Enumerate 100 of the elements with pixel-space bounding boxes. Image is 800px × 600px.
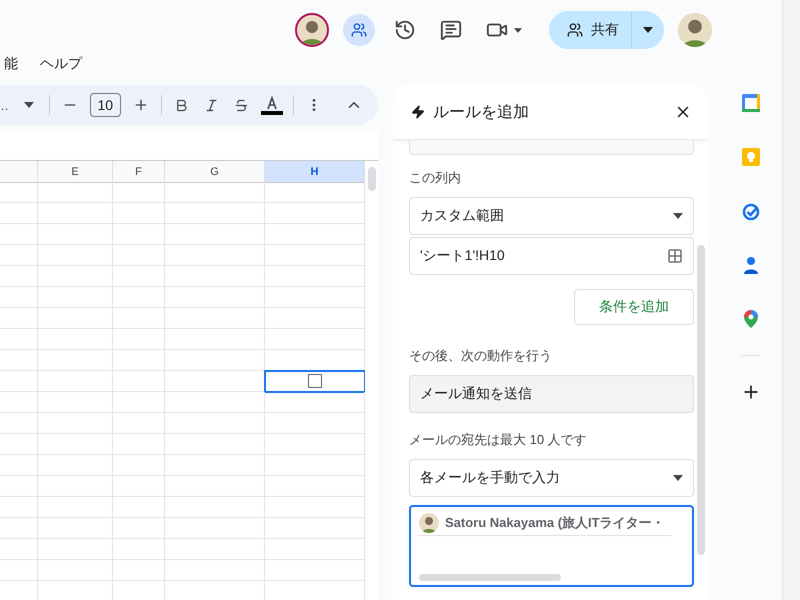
calendar-icon[interactable] — [741, 93, 761, 113]
table-cell[interactable] — [38, 476, 113, 497]
table-cell[interactable] — [165, 224, 265, 245]
table-cell[interactable] — [265, 371, 365, 392]
table-cell[interactable] — [113, 287, 165, 308]
table-cell[interactable] — [38, 350, 113, 371]
table-cell[interactable] — [113, 371, 165, 392]
table-cell[interactable] — [0, 560, 38, 581]
table-cell[interactable] — [113, 245, 165, 266]
table-cell[interactable] — [165, 350, 265, 371]
table-cell[interactable] — [38, 560, 113, 581]
table-cell[interactable] — [165, 476, 265, 497]
table-cell[interactable] — [0, 518, 38, 539]
table-cell[interactable] — [38, 371, 113, 392]
table-cell[interactable] — [38, 182, 113, 203]
table-cell[interactable] — [0, 413, 38, 434]
column-header[interactable]: G — [165, 161, 265, 183]
table-cell[interactable] — [165, 203, 265, 224]
table-cell[interactable] — [113, 224, 165, 245]
action-field[interactable]: メール通知を送信 — [409, 375, 694, 413]
range-dropdown[interactable]: カスタム範囲 — [409, 197, 694, 235]
table-cell[interactable] — [165, 329, 265, 350]
scrollbar-thumb[interactable] — [697, 245, 705, 555]
table-cell[interactable] — [165, 497, 265, 518]
add-condition-button[interactable]: 条件を追加 — [574, 289, 694, 325]
table-cell[interactable] — [0, 434, 38, 455]
table-cell[interactable] — [113, 308, 165, 329]
table-cell[interactable] — [38, 203, 113, 224]
table-cell[interactable] — [165, 434, 265, 455]
table-cell[interactable] — [165, 266, 265, 287]
table-cell[interactable] — [0, 287, 38, 308]
table-cell[interactable] — [113, 497, 165, 518]
table-cell[interactable] — [0, 476, 38, 497]
column-header[interactable]: H — [265, 161, 365, 183]
table-cell[interactable] — [38, 518, 113, 539]
column-header[interactable]: F — [113, 161, 165, 183]
table-cell[interactable] — [0, 245, 38, 266]
account-avatar[interactable] — [678, 13, 712, 47]
table-cell[interactable] — [113, 560, 165, 581]
recipients-dropdown[interactable]: 各メールを手動で入力 — [409, 459, 694, 497]
table-cell[interactable] — [113, 266, 165, 287]
table-cell[interactable] — [0, 203, 38, 224]
table-cell[interactable] — [113, 476, 165, 497]
user-avatar[interactable] — [295, 13, 329, 47]
table-cell[interactable] — [113, 518, 165, 539]
table-cell[interactable] — [0, 392, 38, 413]
table-cell[interactable] — [38, 413, 113, 434]
table-cell[interactable] — [38, 392, 113, 413]
formula-bar[interactable] — [0, 130, 378, 161]
table-cell[interactable] — [165, 182, 265, 203]
table-cell[interactable] — [0, 350, 38, 371]
table-cell[interactable] — [38, 224, 113, 245]
table-cell[interactable] — [113, 182, 165, 203]
table-cell[interactable] — [38, 266, 113, 287]
scrollbar-thumb[interactable] — [419, 574, 561, 581]
table-cell[interactable] — [0, 182, 38, 203]
table-cell[interactable] — [165, 245, 265, 266]
table-cell[interactable] — [165, 413, 265, 434]
table-cell[interactable] — [0, 308, 38, 329]
table-cell[interactable] — [113, 413, 165, 434]
table-cell[interactable] — [113, 329, 165, 350]
table-cell[interactable] — [165, 392, 265, 413]
table-cell[interactable] — [0, 371, 38, 392]
column-header[interactable]: E — [38, 161, 113, 183]
table-cell[interactable] — [0, 224, 38, 245]
table-cell[interactable] — [113, 392, 165, 413]
checkbox[interactable] — [308, 374, 322, 388]
table-cell[interactable] — [165, 518, 265, 539]
task-check-icon[interactable] — [741, 201, 761, 221]
table-cell[interactable] — [38, 308, 113, 329]
table-cell[interactable] — [38, 329, 113, 350]
table-cell[interactable] — [165, 308, 265, 329]
font-size-field[interactable]: 10 — [90, 93, 121, 117]
table-cell[interactable] — [113, 350, 165, 371]
grid-icon[interactable] — [667, 248, 683, 264]
font-name[interactable]: … — [0, 98, 9, 112]
recipient-chip[interactable]: Satoru Nakayama (旅人ITライター・ — [417, 511, 671, 536]
table-cell[interactable] — [38, 245, 113, 266]
table-cell[interactable] — [113, 434, 165, 455]
table-cell[interactable] — [0, 455, 38, 476]
table-cell[interactable] — [165, 560, 265, 581]
column-header[interactable] — [0, 161, 38, 183]
condition-field[interactable] — [409, 140, 694, 155]
table-cell[interactable] — [0, 497, 38, 518]
menu-item[interactable]: 能 — [4, 55, 18, 85]
table-cell[interactable] — [38, 455, 113, 476]
table-cell[interactable] — [38, 539, 113, 560]
map-pin-icon[interactable] — [741, 309, 761, 329]
table-cell[interactable] — [0, 329, 38, 350]
table-cell[interactable] — [0, 266, 38, 287]
table-cell[interactable] — [165, 539, 265, 560]
recipients-field[interactable]: Satoru Nakayama (旅人ITライター・ — [409, 505, 694, 587]
menu-item[interactable]: ヘルプ — [40, 55, 82, 85]
presence-icon[interactable] — [343, 14, 375, 46]
person-icon[interactable] — [741, 255, 761, 275]
table-cell[interactable] — [113, 455, 165, 476]
table-cell[interactable] — [113, 203, 165, 224]
table-cell[interactable] — [113, 539, 165, 560]
table-cell[interactable] — [0, 539, 38, 560]
lightbulb-icon[interactable] — [741, 147, 761, 167]
